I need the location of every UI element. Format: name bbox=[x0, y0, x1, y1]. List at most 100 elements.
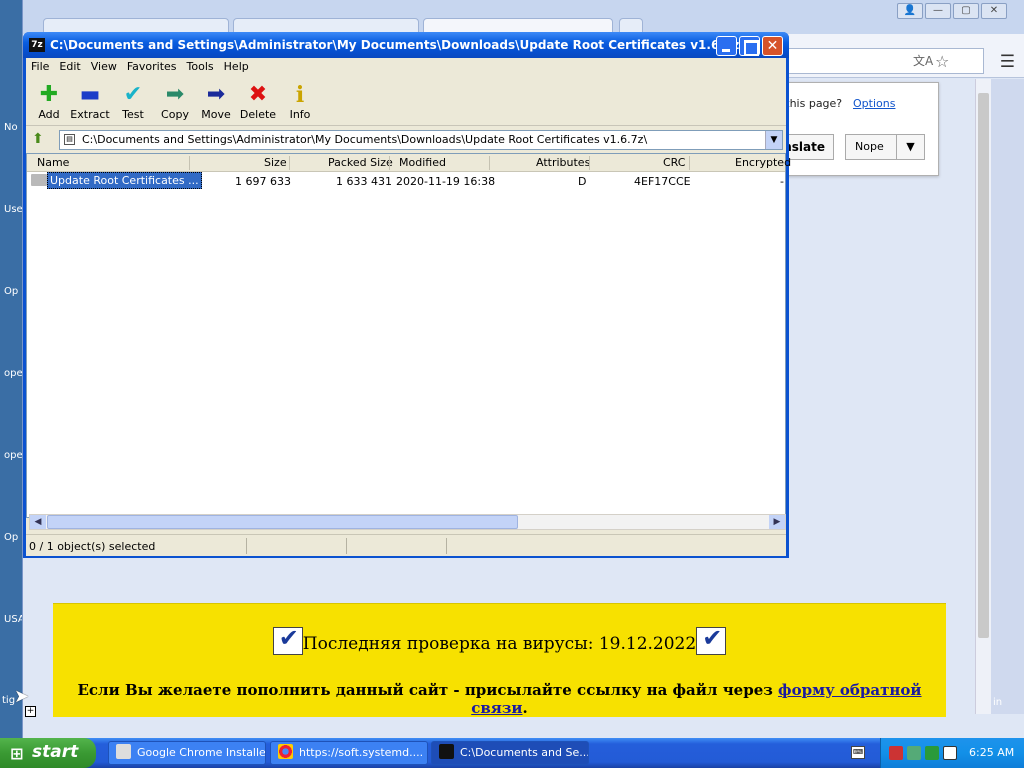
desktop-label: Use bbox=[4, 204, 23, 215]
nope-button[interactable]: Nope ▼ bbox=[845, 134, 925, 160]
row-crc: 4EF17CCE bbox=[634, 175, 691, 188]
minimize-button[interactable]: — bbox=[925, 3, 951, 19]
chrome-window-controls: 👤 — ▢ ✕ bbox=[897, 3, 1007, 19]
sync-icon[interactable] bbox=[907, 746, 921, 760]
sevenzip-window: 7z C:\Documents and Settings\Administrat… bbox=[23, 32, 791, 558]
minimize-button[interactable] bbox=[716, 36, 737, 56]
scrollbar-thumb[interactable] bbox=[978, 93, 989, 638]
column-header-packed-size[interactable]: Packed Size bbox=[328, 156, 393, 169]
maximize-button[interactable]: ▢ bbox=[953, 3, 979, 19]
address-input[interactable]: ▤ C:\Documents and Settings\Administrato… bbox=[59, 130, 783, 150]
test-label: Test bbox=[122, 108, 144, 121]
drag-copy-icon: + bbox=[25, 706, 36, 717]
start-button[interactable]: ⊞ start bbox=[0, 738, 96, 768]
banner-line2-suffix: . bbox=[522, 699, 528, 717]
column-header-attributes[interactable]: Attributes bbox=[536, 156, 590, 169]
file-list[interactable]: Name Size Packed Size Modified Attribute… bbox=[26, 153, 791, 518]
volume-icon[interactable] bbox=[943, 746, 957, 760]
info-button[interactable]: i Info bbox=[279, 82, 321, 121]
move-button[interactable]: ➡ Move bbox=[195, 82, 237, 121]
copy-button[interactable]: ➡ Copy bbox=[154, 82, 196, 121]
virus-check-banner: Последняя проверка на вирусы: 19.12.2022… bbox=[53, 603, 946, 717]
scroll-left-icon[interactable]: ◀ bbox=[30, 515, 46, 529]
network-icon[interactable] bbox=[889, 746, 903, 760]
extract-button[interactable]: ▬ Extract bbox=[69, 82, 111, 121]
page-right-strip bbox=[991, 79, 1024, 714]
delete-label: Delete bbox=[239, 108, 277, 121]
omnibox[interactable] bbox=[788, 48, 984, 74]
translate-icon[interactable]: 文A bbox=[913, 52, 933, 69]
column-divider[interactable] bbox=[689, 156, 690, 170]
desktop-label: ope bbox=[4, 368, 23, 379]
maximize-button[interactable] bbox=[739, 36, 760, 56]
taskbar-item-chrome-installer[interactable]: Google Chrome Installer bbox=[108, 741, 266, 765]
column-divider[interactable] bbox=[389, 156, 390, 170]
desktop-label: ope bbox=[4, 450, 23, 461]
close-button[interactable]: ✕ bbox=[762, 36, 783, 56]
sevenzip-icon bbox=[439, 744, 454, 759]
menu-favorites[interactable]: Favorites bbox=[122, 58, 182, 75]
extract-icon: ▬ bbox=[79, 82, 101, 107]
menu-view[interactable]: View bbox=[86, 58, 122, 75]
page-scrollbar[interactable] bbox=[975, 79, 991, 714]
task-label: C:\Documents and Se... bbox=[460, 746, 589, 759]
sevenzip-titlebar[interactable]: 7z C:\Documents and Settings\Administrat… bbox=[23, 32, 789, 58]
nope-label: Nope bbox=[855, 140, 884, 153]
taskbar: ⊞ start Google Chrome Installer https://… bbox=[0, 738, 1024, 768]
delete-icon: ✖ bbox=[248, 82, 268, 107]
scrollbar-thumb[interactable] bbox=[47, 515, 518, 529]
status-divider bbox=[346, 538, 347, 554]
add-label: Add bbox=[38, 108, 60, 121]
menu-bar: File Edit View Favorites Tools Help bbox=[26, 58, 786, 78]
translate-options-link[interactable]: Options bbox=[853, 97, 895, 110]
chevron-down-icon[interactable]: ▼ bbox=[896, 135, 924, 159]
menu-edit[interactable]: Edit bbox=[54, 58, 85, 75]
profile-icon[interactable]: 👤 bbox=[897, 3, 923, 19]
column-header-modified[interactable]: Modified bbox=[399, 156, 446, 169]
archive-file-icon: ▤ bbox=[64, 134, 75, 145]
move-label: Move bbox=[201, 108, 231, 121]
row-name[interactable]: Update Root Certificates ... bbox=[31, 172, 202, 190]
column-header-size[interactable]: Size bbox=[264, 156, 287, 169]
test-button[interactable]: ✔ Test bbox=[112, 82, 154, 121]
close-button[interactable]: ✕ bbox=[981, 3, 1007, 19]
row-packed-size: 1 633 431 bbox=[336, 175, 392, 188]
column-header-name[interactable]: Name bbox=[37, 156, 69, 169]
menu-help[interactable]: Help bbox=[219, 58, 254, 75]
installer-icon bbox=[116, 744, 131, 759]
menu-tools[interactable]: Tools bbox=[182, 58, 219, 75]
info-label: Info bbox=[289, 108, 311, 121]
table-row[interactable]: Update Root Certificates ... 1 697 633 1… bbox=[27, 172, 785, 190]
column-header-encrypted[interactable]: Encrypted bbox=[735, 156, 791, 169]
clock[interactable]: 6:25 AM bbox=[969, 746, 1014, 759]
add-button[interactable]: ✚ Add bbox=[28, 82, 70, 121]
menu-file[interactable]: File bbox=[26, 58, 54, 75]
taskbar-item-chrome[interactable]: https://soft.systemd.... bbox=[270, 741, 428, 765]
chrome-icon bbox=[278, 744, 293, 759]
folder-icon bbox=[31, 174, 47, 186]
folder-up-icon[interactable]: ⬆ bbox=[32, 131, 44, 147]
keyboard-icon[interactable]: ⌨ bbox=[851, 746, 865, 759]
taskbar-item-sevenzip[interactable]: C:\Documents and Se... bbox=[431, 741, 589, 765]
task-label: Google Chrome Installer bbox=[137, 746, 266, 759]
scroll-right-icon[interactable]: ▶ bbox=[769, 515, 785, 529]
row-encrypted: - bbox=[780, 175, 784, 188]
security-icon[interactable] bbox=[925, 746, 939, 760]
row-size: 1 697 633 bbox=[235, 175, 291, 188]
window-title: C:\Documents and Settings\Administrator\… bbox=[50, 38, 744, 52]
checkmark-icon bbox=[272, 624, 303, 655]
column-divider[interactable] bbox=[189, 156, 190, 170]
chevron-down-icon[interactable]: ▼ bbox=[765, 131, 782, 149]
sevenzip-app-icon[interactable]: 7z bbox=[29, 38, 45, 52]
column-divider[interactable] bbox=[289, 156, 290, 170]
column-header-crc[interactable]: CRC bbox=[663, 156, 685, 169]
column-divider[interactable] bbox=[589, 156, 590, 170]
star-icon[interactable]: ☆ bbox=[935, 52, 949, 71]
extract-label: Extract bbox=[70, 108, 110, 121]
list-header: Name Size Packed Size Modified Attribute… bbox=[27, 154, 791, 172]
menu-icon[interactable]: ☰ bbox=[1000, 52, 1015, 72]
horizontal-scrollbar[interactable]: ◀ ▶ bbox=[29, 514, 786, 530]
column-divider[interactable] bbox=[489, 156, 490, 170]
delete-button[interactable]: ✖ Delete bbox=[237, 82, 279, 121]
add-icon: ✚ bbox=[39, 82, 59, 107]
